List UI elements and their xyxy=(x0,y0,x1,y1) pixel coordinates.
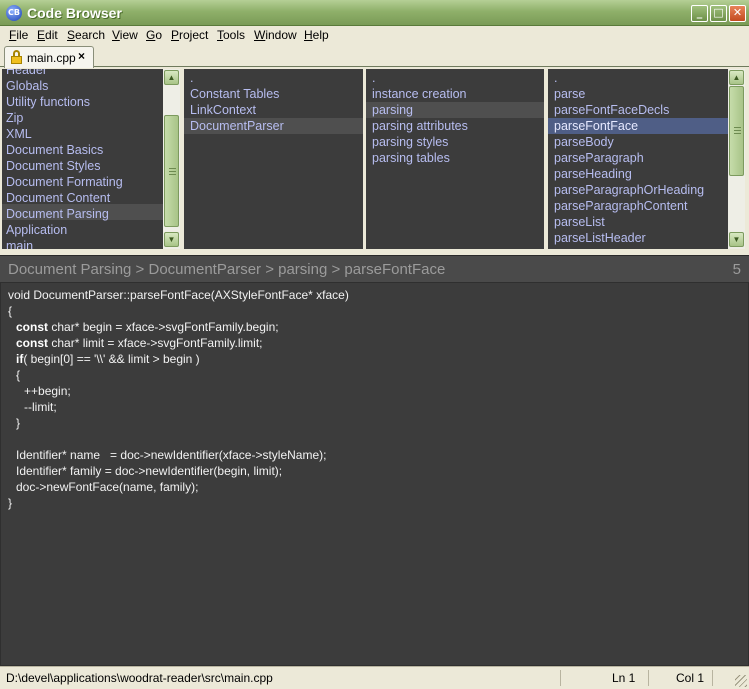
close-window-button[interactable]: ✕ xyxy=(729,5,746,22)
list-item[interactable]: . xyxy=(190,70,193,86)
list-item[interactable]: parse xyxy=(554,86,585,102)
list-item[interactable]: parsing tables xyxy=(372,150,450,166)
code-line: ++begin; xyxy=(24,384,71,398)
menu-go[interactable]: Go xyxy=(146,28,162,42)
line-number: Ln 1 xyxy=(612,671,636,685)
resize-grip-icon[interactable] xyxy=(735,675,747,687)
maximize-button[interactable]: □ xyxy=(710,5,727,22)
categories-pane[interactable]: Header Globals Utility functions Zip XML… xyxy=(2,69,163,249)
status-bar: D:\devel\applications\woodrat-reader\src… xyxy=(0,666,749,689)
tab-label: main.cpp xyxy=(27,51,76,65)
list-item[interactable]: Constant Tables xyxy=(190,86,279,102)
menu-help[interactable]: Help xyxy=(304,28,329,42)
list-item[interactable]: Document Styles xyxy=(6,158,100,174)
code-line: Identifier* name = doc->newIdentifier(xf… xyxy=(16,448,327,462)
title-bar[interactable]: CB Code Browser _ □ ✕ xyxy=(0,0,749,26)
list-item[interactable]: Zip xyxy=(6,110,23,126)
code-line: const char* limit = xface->svgFontFamily… xyxy=(16,335,263,351)
menu-file[interactable]: File xyxy=(9,28,28,42)
status-separator xyxy=(560,670,561,686)
categories-scrollbar[interactable]: ▲ ▼ xyxy=(163,69,180,249)
menu-search[interactable]: Search xyxy=(67,28,105,42)
tab-main-cpp[interactable]: main.cpp × xyxy=(4,46,94,68)
status-separator xyxy=(712,670,713,686)
code-line: } xyxy=(16,416,21,430)
list-item-selected[interactable]: DocumentParser xyxy=(190,118,284,134)
file-path: D:\devel\applications\woodrat-reader\src… xyxy=(6,671,273,685)
status-separator xyxy=(648,670,649,686)
tab-close-icon[interactable]: × xyxy=(78,49,85,63)
list-item[interactable]: Utility functions xyxy=(6,94,90,110)
code-line: doc->newFontFace(name, family); xyxy=(16,480,199,494)
code-line: const char* begin = xface->svgFontFamily… xyxy=(16,319,279,335)
window-title: Code Browser xyxy=(27,5,122,21)
menu-view[interactable]: View xyxy=(112,28,138,42)
list-item-selected[interactable]: Document Parsing xyxy=(6,206,109,222)
list-item[interactable]: parseFontFaceDecls xyxy=(554,102,669,118)
lock-icon xyxy=(11,50,22,64)
list-item[interactable]: parseHeading xyxy=(554,166,632,182)
list-item[interactable]: Globals xyxy=(6,78,48,94)
menu-edit[interactable]: Edit xyxy=(37,28,58,42)
breadcrumb: Document Parsing > DocumentParser > pars… xyxy=(0,255,749,282)
methods-pane[interactable]: . parse parseFontFaceDecls parseFontFace… xyxy=(548,69,728,249)
list-item[interactable]: parseParagraphContent xyxy=(554,198,687,214)
scroll-up-icon[interactable]: ▲ xyxy=(164,70,179,85)
keyword: const xyxy=(16,336,49,350)
list-item[interactable]: parsing styles xyxy=(372,134,448,150)
code-line: Identifier* family = doc->newIdentifier(… xyxy=(16,464,283,478)
menu-bar: File Edit Search View Go Project Tools W… xyxy=(0,26,749,45)
list-item[interactable]: Document Formating xyxy=(6,174,123,190)
tab-strip: main.cpp × xyxy=(0,45,749,68)
list-item[interactable]: instance creation xyxy=(372,86,467,102)
menu-tools[interactable]: Tools xyxy=(217,28,245,42)
code-text: char* begin = xface->svgFontFamily.begin… xyxy=(48,320,279,334)
code-line: --limit; xyxy=(24,400,57,414)
list-item-selected[interactable]: parsing xyxy=(372,102,413,118)
menu-project[interactable]: Project xyxy=(171,28,208,42)
minimize-button[interactable]: _ xyxy=(691,5,708,22)
code-line: if( begin[0] == '\\' && limit > begin ) xyxy=(16,351,200,367)
methods-scrollbar[interactable]: ▲ ▼ xyxy=(728,69,745,249)
scroll-thumb[interactable] xyxy=(164,115,179,227)
list-item[interactable]: Application xyxy=(6,222,67,238)
list-item[interactable]: main xyxy=(6,238,33,249)
method-groups-pane[interactable]: . instance creation parsing parsing attr… xyxy=(366,69,544,249)
code-text: char* limit = xface->svgFontFamily.limit… xyxy=(48,336,263,350)
list-item[interactable]: parseBody xyxy=(554,134,614,150)
scroll-down-icon[interactable]: ▼ xyxy=(729,232,744,247)
list-item[interactable]: . xyxy=(554,70,557,86)
scroll-thumb[interactable] xyxy=(729,86,744,176)
scroll-down-icon[interactable]: ▼ xyxy=(164,232,179,247)
list-item[interactable]: parseParagraphOrHeading xyxy=(554,182,704,198)
list-item[interactable]: parseParagraph xyxy=(554,150,644,166)
breadcrumb-count: 5 xyxy=(732,261,741,278)
list-item[interactable]: Header xyxy=(6,69,47,78)
app-icon: CB xyxy=(6,5,22,21)
breadcrumb-path[interactable]: Document Parsing > DocumentParser > pars… xyxy=(8,261,445,278)
code-line: { xyxy=(8,304,13,318)
list-item[interactable]: parseListHeader xyxy=(554,230,646,246)
list-item[interactable]: XML xyxy=(6,126,32,142)
list-item[interactable]: . xyxy=(372,70,375,86)
classes-pane[interactable]: . Constant Tables LinkContext DocumentPa… xyxy=(184,69,363,249)
menu-window[interactable]: Window xyxy=(254,28,297,42)
column-number: Col 1 xyxy=(676,671,705,685)
code-editor[interactable]: void DocumentParser::parseFontFace(AXSty… xyxy=(0,282,749,666)
list-item[interactable]: parseList xyxy=(554,214,605,230)
list-item[interactable]: Document Content xyxy=(6,190,110,206)
code-line: } xyxy=(8,496,13,510)
code-line: { xyxy=(16,368,21,382)
list-item-selected[interactable]: parseFontFace xyxy=(554,118,638,134)
code-line: void DocumentParser::parseFontFace(AXSty… xyxy=(8,288,349,302)
list-item[interactable]: parsing attributes xyxy=(372,118,468,134)
scroll-up-icon[interactable]: ▲ xyxy=(729,70,744,85)
list-item[interactable]: LinkContext xyxy=(190,102,256,118)
code-text: ( begin[0] == '\\' && limit > begin ) xyxy=(23,352,200,366)
list-item[interactable]: Document Basics xyxy=(6,142,103,158)
keyword: const xyxy=(16,320,49,334)
